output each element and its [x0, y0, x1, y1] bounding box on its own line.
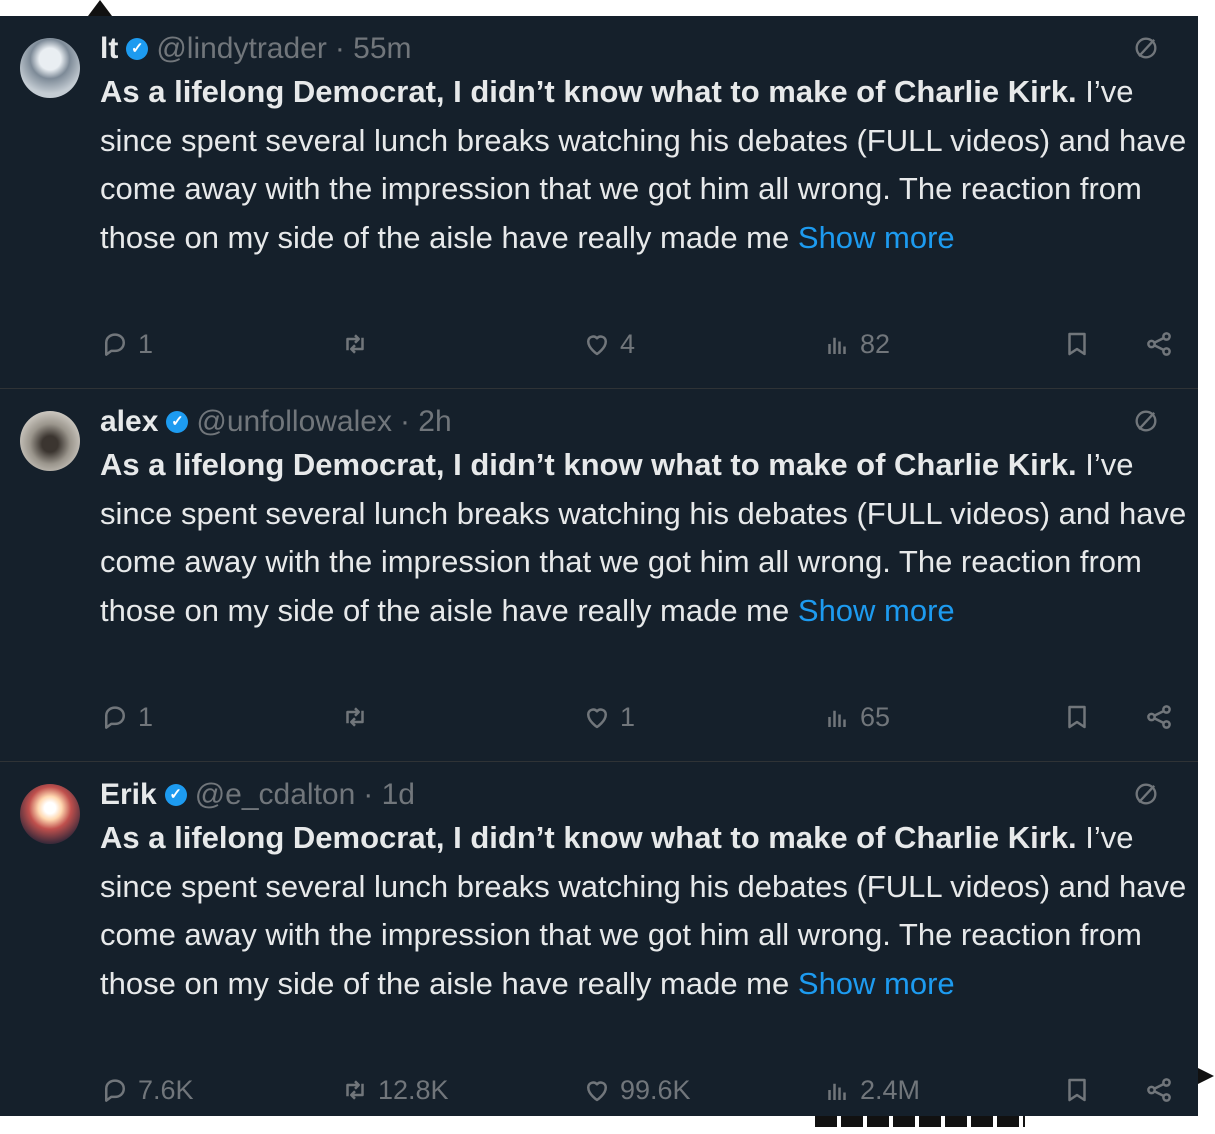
- reply-button[interactable]: 1: [100, 324, 153, 364]
- tweet-header: alex ✓ @unfollowalex · 2h: [100, 403, 452, 441]
- reply-button[interactable]: 1: [100, 697, 153, 737]
- author-handle[interactable]: @unfollowalex: [196, 405, 392, 439]
- views-button[interactable]: 65: [822, 697, 890, 737]
- tweet-text-lead: As a lifelong Democrat, I didn’t know wh…: [100, 820, 1077, 855]
- views-icon: [828, 710, 846, 727]
- show-more-link[interactable]: Show more: [798, 593, 955, 628]
- avatar[interactable]: [20, 38, 80, 98]
- tweet-text: As a lifelong Democrat, I didn’t know wh…: [100, 441, 1190, 635]
- reply-count: 7.6K: [138, 1074, 194, 1105]
- tweet-card[interactable]: Erik ✓ @e_cdalton · 1d As a lifelong Dem…: [0, 762, 1198, 1134]
- tweet-text: As a lifelong Democrat, I didn’t know wh…: [100, 68, 1190, 262]
- author-handle[interactable]: @e_cdalton: [195, 778, 356, 812]
- repost-icon: [346, 1080, 364, 1100]
- repost-button[interactable]: [340, 697, 378, 737]
- arrow-marker-right: [1198, 1068, 1214, 1084]
- share-icon: [1147, 332, 1171, 356]
- share-button[interactable]: [1144, 1070, 1174, 1110]
- tweet-time[interactable]: · 2h: [400, 405, 452, 439]
- reply-icon: [105, 1079, 125, 1102]
- views-button[interactable]: 2.4M: [822, 1070, 920, 1110]
- tweet-text: As a lifelong Democrat, I didn’t know wh…: [100, 814, 1190, 1008]
- grok-icon[interactable]: [1132, 34, 1160, 62]
- tweet-text-lead: As a lifelong Democrat, I didn’t know wh…: [100, 74, 1077, 109]
- tweet-time[interactable]: · 1d: [363, 778, 415, 812]
- repost-button[interactable]: 12.8K: [340, 1070, 449, 1110]
- avatar[interactable]: [20, 784, 80, 844]
- like-button[interactable]: 1: [582, 697, 635, 737]
- tweet-actions: 1 4 82: [100, 324, 1190, 364]
- repost-button[interactable]: [340, 324, 378, 364]
- views-icon: [828, 337, 846, 354]
- author-handle[interactable]: @lindytrader: [156, 32, 327, 66]
- tweet-card[interactable]: lt ✓ @lindytrader · 55m As a lifelong De…: [0, 16, 1198, 389]
- reply-icon: [105, 333, 125, 356]
- tweet-actions: 7.6K 12.8K 99.6K 2.4M: [100, 1070, 1190, 1110]
- tweet-header: lt ✓ @lindytrader · 55m: [100, 30, 412, 68]
- reply-count: 1: [138, 328, 154, 359]
- like-button[interactable]: 99.6K: [582, 1070, 691, 1110]
- views-count: 2.4M: [860, 1074, 921, 1105]
- author-name[interactable]: alex: [100, 405, 158, 439]
- author-name[interactable]: lt: [100, 32, 118, 66]
- arrow-marker-top: [88, 0, 112, 16]
- views-count: 82: [860, 328, 891, 359]
- avatar[interactable]: [20, 411, 80, 471]
- tweet-time[interactable]: · 55m: [335, 32, 412, 66]
- like-button[interactable]: 4: [582, 324, 635, 364]
- tweet-header: Erik ✓ @e_cdalton · 1d: [100, 776, 415, 814]
- bookmark-icon: [1068, 1078, 1086, 1102]
- share-icon: [1147, 705, 1171, 729]
- like-icon: [587, 1081, 607, 1102]
- share-button[interactable]: [1144, 697, 1174, 737]
- bookmark-button[interactable]: [1062, 1070, 1092, 1110]
- bookmark-icon: [1068, 705, 1086, 729]
- like-icon: [587, 335, 607, 356]
- views-button[interactable]: 82: [822, 324, 890, 364]
- verified-badge-icon: ✓: [164, 784, 187, 806]
- reply-button[interactable]: 7.6K: [100, 1070, 194, 1110]
- like-icon: [587, 708, 607, 729]
- repost-icon: [346, 707, 364, 727]
- repost-icon: [346, 334, 364, 354]
- bookmark-button[interactable]: [1062, 697, 1092, 737]
- reply-icon: [105, 706, 125, 729]
- like-count: 99.6K: [620, 1074, 691, 1105]
- like-count: 4: [620, 328, 636, 359]
- show-more-link[interactable]: Show more: [798, 220, 955, 255]
- like-count: 1: [620, 701, 636, 732]
- share-icon: [1147, 1078, 1171, 1102]
- grok-icon[interactable]: [1132, 407, 1160, 435]
- views-count: 65: [860, 701, 891, 732]
- author-name[interactable]: Erik: [100, 778, 157, 812]
- share-button[interactable]: [1144, 324, 1174, 364]
- repost-count: 12.8K: [378, 1074, 449, 1105]
- verified-badge-icon: ✓: [126, 38, 149, 60]
- bookmark-button[interactable]: [1062, 324, 1092, 364]
- tweet-list: lt ✓ @lindytrader · 55m As a lifelong De…: [0, 16, 1198, 1116]
- bookmark-icon: [1068, 332, 1086, 356]
- reply-count: 1: [138, 701, 154, 732]
- verified-badge-icon: ✓: [166, 411, 189, 433]
- grok-icon[interactable]: [1132, 780, 1160, 808]
- tweet-card[interactable]: alex ✓ @unfollowalex · 2h As a lifelong …: [0, 389, 1198, 762]
- views-icon: [828, 1083, 846, 1100]
- show-more-link[interactable]: Show more: [798, 966, 955, 1001]
- tweet-actions: 1 1 65: [100, 697, 1190, 737]
- tweet-text-lead: As a lifelong Democrat, I didn’t know wh…: [100, 447, 1077, 482]
